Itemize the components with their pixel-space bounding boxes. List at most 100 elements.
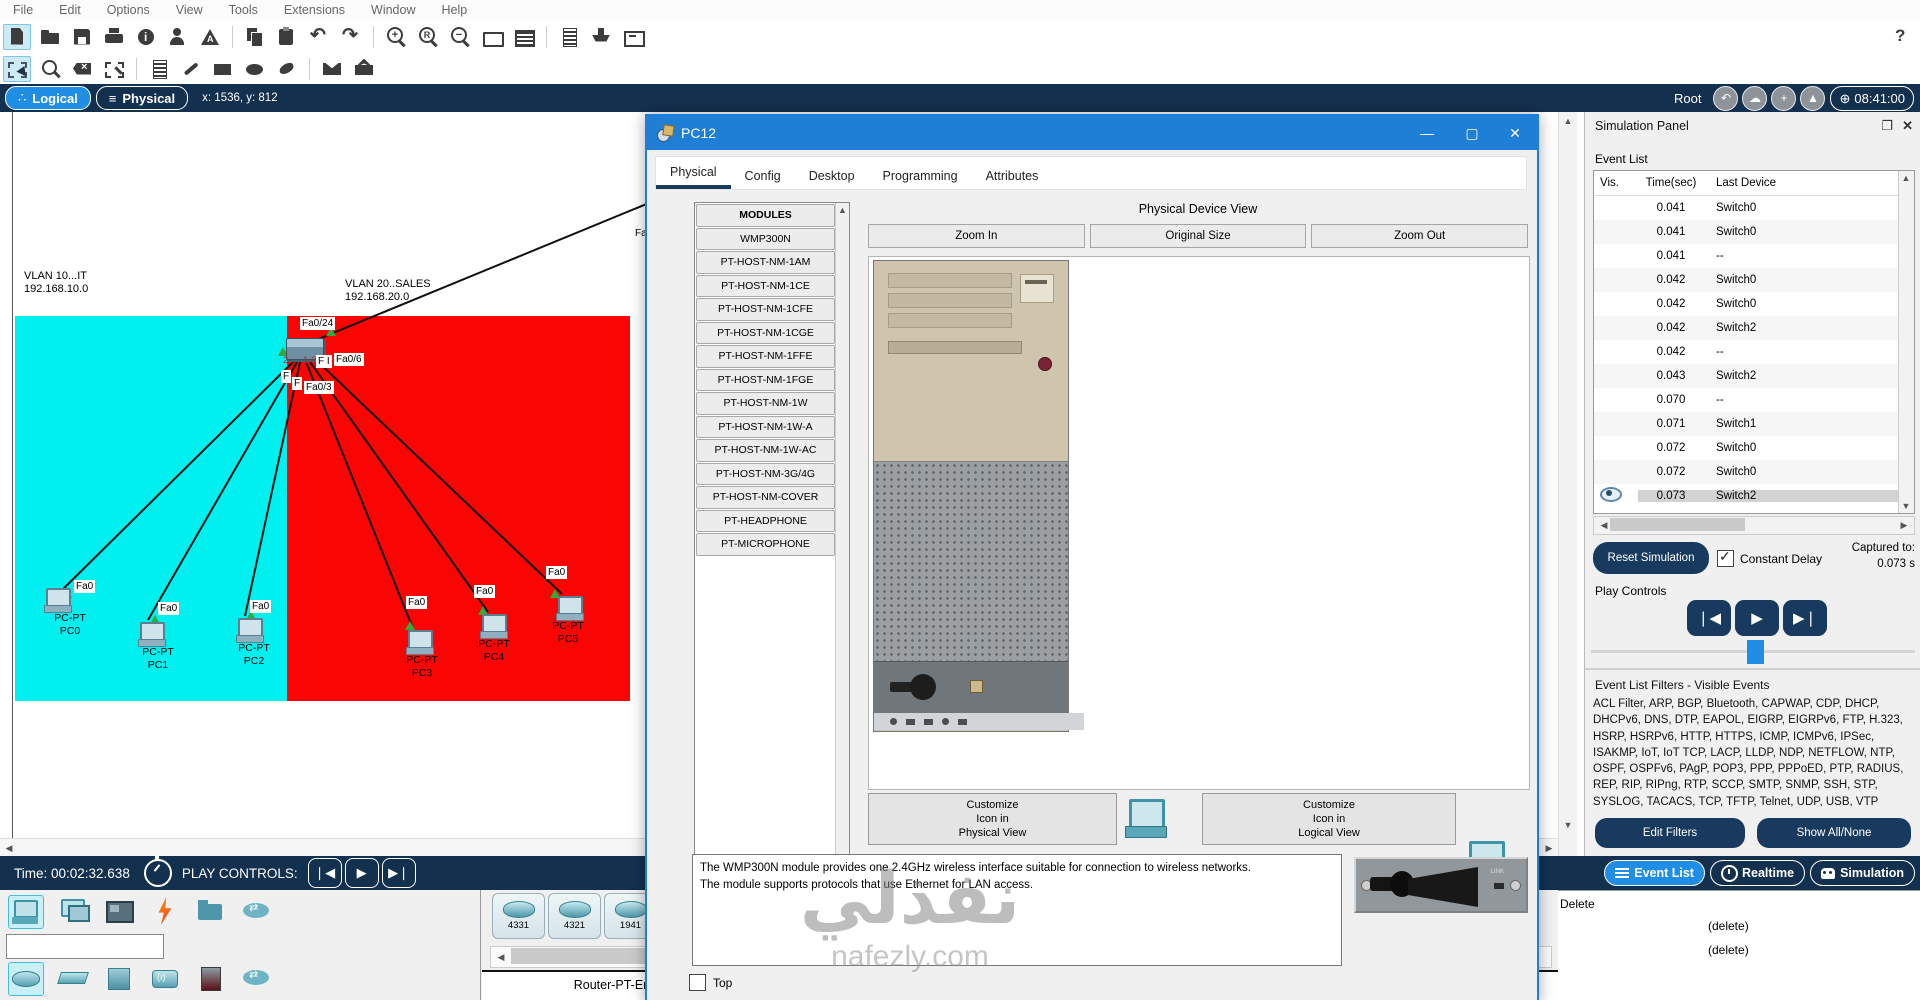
tab-physical[interactable]: Physical bbox=[656, 158, 731, 189]
cluster-icon[interactable] bbox=[588, 25, 614, 49]
canvas-vertical-scrollbar[interactable]: ▲ ▼ bbox=[1558, 112, 1577, 856]
event-row-selected[interactable]: 0.073 Switch2 bbox=[1594, 484, 1914, 508]
event-row[interactable]: 0.071 Switch1 bbox=[1594, 412, 1914, 436]
copy-icon[interactable] bbox=[242, 25, 268, 49]
wireless-module-slot[interactable] bbox=[874, 661, 1068, 714]
move-object-icon[interactable]: + bbox=[1771, 86, 1797, 111]
close-panel-icon[interactable]: ✕ bbox=[1902, 118, 1913, 134]
power-category-icon[interactable] bbox=[148, 895, 182, 927]
event-row[interactable]: 0.042 Switch2 bbox=[1594, 316, 1914, 340]
clock-button[interactable]: ⊕ 08:41:00 bbox=[1830, 86, 1914, 111]
device-model[interactable]: 4331 bbox=[492, 893, 545, 939]
custom-devices-icon[interactable] bbox=[511, 25, 537, 49]
scroll-right-icon[interactable]: ▶ bbox=[1540, 843, 1558, 854]
module-item[interactable]: PT-HOST-NM-COVER bbox=[696, 486, 835, 509]
pc2-device[interactable]: PC-PT PC2 bbox=[222, 618, 286, 668]
restore-panel-icon[interactable]: ❐ bbox=[1881, 118, 1893, 134]
module-item[interactable]: PT-HOST-NM-1W-A bbox=[696, 415, 835, 438]
scroll-up-icon[interactable]: ▲ bbox=[1559, 116, 1577, 126]
custom-zoom-icon[interactable] bbox=[415, 25, 441, 49]
zoom-in-icon[interactable] bbox=[383, 25, 409, 49]
draw-ellipse-icon[interactable] bbox=[242, 57, 268, 81]
stopwatch-icon[interactable] bbox=[143, 856, 172, 887]
zoom-out-button[interactable]: Zoom Out bbox=[1311, 224, 1529, 248]
cloud-add-icon[interactable]: ☁ bbox=[1742, 86, 1768, 111]
reset-simulation-button[interactable]: Reset Simulation bbox=[1593, 542, 1709, 574]
misc-category-icon[interactable] bbox=[240, 895, 274, 927]
zoom-out-icon[interactable] bbox=[447, 25, 473, 49]
event-list-button[interactable]: Event List bbox=[1604, 860, 1705, 886]
scroll-down-icon[interactable]: ▼ bbox=[1559, 820, 1577, 830]
viewport-icon[interactable] bbox=[620, 25, 646, 49]
drawing-palette-icon[interactable] bbox=[197, 25, 223, 49]
play-button[interactable]: ▶ bbox=[1735, 600, 1779, 636]
draw-line-icon[interactable] bbox=[178, 57, 204, 81]
module-item[interactable]: PT-HOST-NM-1FFE bbox=[696, 345, 835, 368]
event-row[interactable]: 0.042 Switch0 bbox=[1594, 268, 1914, 292]
realtime-button[interactable]: Realtime bbox=[1709, 860, 1806, 886]
minimize-icon[interactable]: — bbox=[1407, 119, 1447, 147]
scroll-down-icon[interactable]: ▼ bbox=[1899, 501, 1913, 511]
edit-filters-button[interactable]: Edit Filters bbox=[1595, 818, 1745, 848]
menu-extensions[interactable]: Extensions bbox=[271, 3, 358, 17]
inspect-icon[interactable] bbox=[37, 57, 63, 81]
menu-window[interactable]: Window bbox=[358, 3, 428, 17]
module-item[interactable]: PT-HOST-NM-1FGE bbox=[696, 368, 835, 391]
router-category-icon[interactable] bbox=[8, 962, 44, 996]
save-icon[interactable] bbox=[69, 25, 95, 49]
module-item[interactable]: PT-HOST-NM-1W-AC bbox=[696, 439, 835, 462]
module-item[interactable]: PT-HEADPHONE bbox=[696, 509, 835, 532]
close-icon[interactable]: ✕ bbox=[1495, 119, 1535, 147]
top-checkbox[interactable] bbox=[689, 974, 706, 991]
module-item[interactable]: PT-HOST-NM-1CE bbox=[696, 274, 835, 297]
maximize-icon[interactable]: ▢ bbox=[1452, 119, 1492, 147]
pc0-device[interactable]: PC-PT PC0 bbox=[38, 588, 102, 638]
delete-icon[interactable] bbox=[69, 57, 95, 81]
redo-icon[interactable] bbox=[338, 24, 364, 49]
undo-icon[interactable] bbox=[306, 24, 332, 49]
scroll-right-icon[interactable]: ▶ bbox=[1895, 520, 1913, 531]
event-row[interactable]: 0.042 -- bbox=[1594, 340, 1914, 364]
pc-tower-image[interactable] bbox=[873, 260, 1084, 732]
pc1-device[interactable]: PC-PT PC1 bbox=[126, 622, 190, 672]
scroll-left-icon[interactable]: ◀ bbox=[0, 843, 18, 854]
tab-physical[interactable]: ≡ Physical bbox=[95, 86, 189, 110]
event-row[interactable]: 0.042 Switch0 bbox=[1594, 292, 1914, 316]
print-icon[interactable] bbox=[101, 25, 127, 49]
event-row[interactable]: 0.041 -- bbox=[1594, 244, 1914, 268]
module-item[interactable]: PT-HOST-NM-1W bbox=[696, 392, 835, 415]
pdu-delete-link[interactable]: (delete) bbox=[1708, 919, 1749, 933]
new-file-icon[interactable] bbox=[3, 23, 31, 50]
event-row[interactable]: 0.072 Switch0 bbox=[1594, 436, 1914, 460]
step-back-button[interactable]: ❘◀ bbox=[1687, 600, 1731, 636]
place-note-icon[interactable] bbox=[146, 57, 172, 81]
end-device-category-icon[interactable] bbox=[8, 895, 44, 929]
tab-config[interactable]: Config bbox=[731, 162, 795, 189]
menu-options[interactable]: Options bbox=[94, 3, 163, 17]
pc5-device[interactable]: PC-PT PC5 bbox=[536, 596, 600, 646]
menu-edit[interactable]: Edit bbox=[46, 3, 94, 17]
device-model[interactable]: 4321 bbox=[548, 893, 601, 939]
resize-shape-icon[interactable] bbox=[101, 57, 127, 81]
event-row[interactable]: 0.070 -- bbox=[1594, 388, 1914, 412]
simulation-button[interactable]: Simulation bbox=[1810, 860, 1915, 886]
menu-view[interactable]: View bbox=[163, 3, 216, 17]
paste-icon[interactable] bbox=[274, 25, 300, 49]
hub-category-icon[interactable] bbox=[102, 962, 136, 994]
menu-help[interactable]: Help bbox=[428, 3, 480, 17]
environment-icon[interactable]: ▲ bbox=[1800, 86, 1826, 111]
network-description-icon[interactable] bbox=[556, 25, 582, 49]
menu-tools[interactable]: Tools bbox=[216, 3, 271, 17]
event-row[interactable]: 0.041 Switch0 bbox=[1594, 220, 1914, 244]
module-item[interactable]: PT-HOST-NM-3G/4G bbox=[696, 462, 835, 485]
speed-slider-handle[interactable] bbox=[1747, 640, 1764, 664]
menu-file[interactable]: File bbox=[0, 3, 46, 17]
tab-attributes[interactable]: Attributes bbox=[972, 162, 1053, 189]
back-icon[interactable]: ↶ bbox=[1713, 86, 1739, 111]
help-icon[interactable] bbox=[1887, 25, 1913, 49]
info-icon[interactable] bbox=[133, 25, 159, 49]
original-size-button[interactable]: Original Size bbox=[1089, 224, 1307, 248]
modules-scrollbar[interactable]: ▲ ▼ bbox=[835, 203, 849, 927]
event-list-hscrollbar[interactable]: ◀ ▶ bbox=[1593, 516, 1915, 535]
wireless-category-icon[interactable] bbox=[148, 962, 182, 994]
